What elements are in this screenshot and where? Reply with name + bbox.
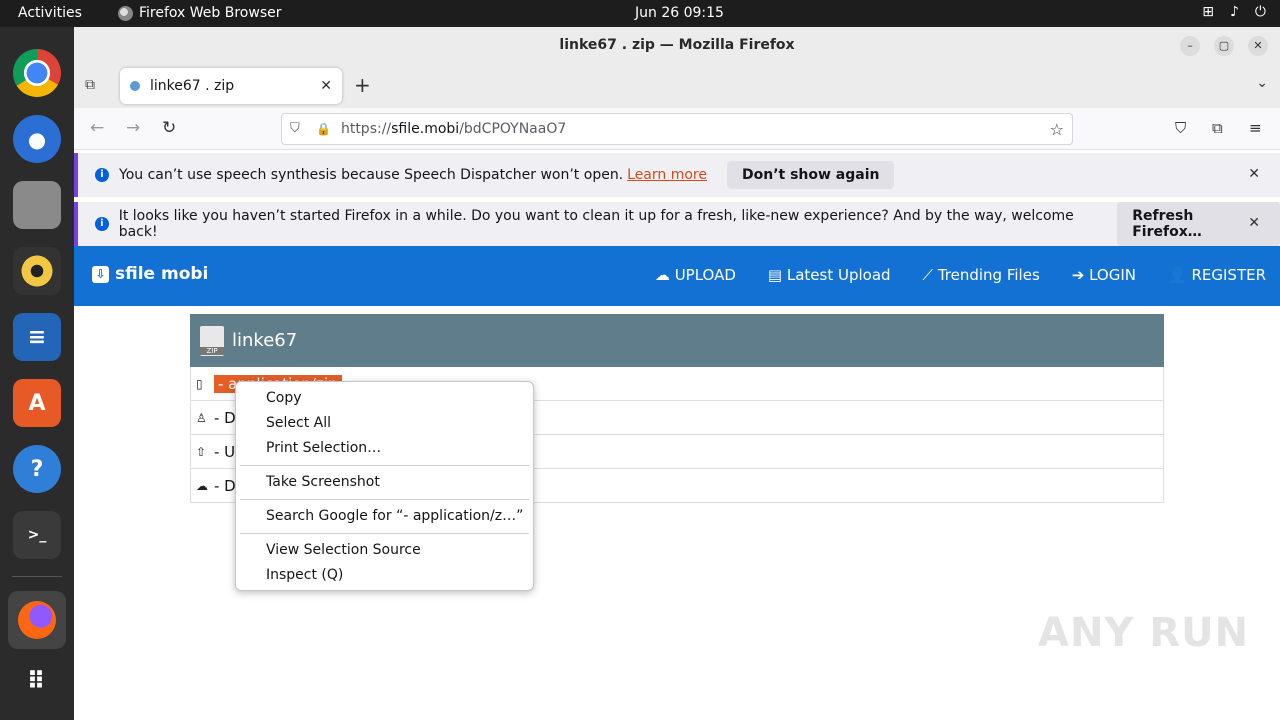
- user-plus-icon: 👤: [1168, 266, 1192, 284]
- info-icon: i: [95, 217, 109, 231]
- menu-view-selection-source[interactable]: View Selection Source: [236, 538, 533, 563]
- site-navbar: ⇩ sfile mobi ☁ UPLOAD ▤ Latest Upload ⟋ T…: [74, 246, 1280, 306]
- uploader-text[interactable]: - D: [214, 409, 236, 427]
- user-icon: ♙: [196, 410, 207, 425]
- nav-register[interactable]: 👤 REGISTER: [1168, 266, 1266, 284]
- app-name: Firefox Web Browser: [139, 5, 282, 21]
- close-button[interactable]: ✕: [1248, 36, 1268, 56]
- menu-take-screenshot[interactable]: Take Screenshot: [236, 470, 533, 495]
- file-header: ZIP linke67: [190, 314, 1164, 367]
- power-icon: ⏻: [1254, 4, 1266, 20]
- writer-icon[interactable]: ≡: [13, 313, 61, 361]
- tab-close-icon[interactable]: ✕: [320, 78, 332, 94]
- infobar-message: It looks like you haven’t started Firefo…: [118, 208, 1074, 240]
- anyrun-watermark: ANY RUN: [1038, 610, 1250, 656]
- nav-trending-files[interactable]: ⟋ Trending Files: [923, 266, 1040, 284]
- site-logo[interactable]: ⇩ sfile mobi: [92, 264, 208, 284]
- volume-icon: ♪: [1229, 4, 1239, 20]
- list-icon: ▤: [767, 266, 787, 284]
- navigation-bar: ← → ↻ ⛉ 🔒 https://sfile.mobi/bdCPOYNaaO7…: [74, 108, 1280, 150]
- minimize-button[interactable]: –: [1180, 36, 1200, 56]
- title-bar: linke67 . zip — Mozilla Firefox – ▢ ✕: [74, 27, 1280, 64]
- gnome-top-bar: Activities Firefox Web Browser Jun 26 09…: [0, 0, 1280, 27]
- upload-date-text: - U: [214, 442, 236, 461]
- infobar-close-icon[interactable]: ✕: [1248, 166, 1260, 182]
- help-icon[interactable]: ?: [13, 445, 61, 493]
- forward-icon[interactable]: →: [126, 118, 140, 138]
- nav-latest-upload[interactable]: ▤ Latest Upload: [768, 266, 891, 284]
- firefox-dock-icon[interactable]: [8, 591, 66, 649]
- app-menu[interactable]: Firefox Web Browser: [118, 5, 282, 21]
- clock[interactable]: Jun 26 09:15: [635, 5, 724, 21]
- zip-file-icon: ZIP: [200, 325, 224, 356]
- info-icon: i: [95, 168, 109, 182]
- list-tabs-icon[interactable]: ⌄: [1256, 75, 1268, 91]
- file-code-icon: ▯: [196, 376, 203, 391]
- infobar-refresh: i It looks like you haven’t started Fire…: [74, 202, 1280, 246]
- menu-separator: [240, 533, 529, 534]
- favicon-icon: [130, 81, 140, 91]
- app-grid-icon[interactable]: ⠿: [13, 657, 61, 705]
- rhythmbox-icon[interactable]: [13, 247, 61, 295]
- menu-icon[interactable]: ≡: [1249, 119, 1262, 137]
- cloud-upload-icon: ☁: [654, 266, 675, 284]
- thunderbird-icon[interactable]: [13, 115, 61, 163]
- tab-active[interactable]: linke67 . zip ✕: [120, 68, 342, 104]
- extensions-icon[interactable]: ⧉: [1212, 119, 1223, 137]
- software-icon[interactable]: A: [13, 379, 61, 427]
- menu-print-selection[interactable]: Print Selection…: [236, 436, 533, 461]
- menu-search-google[interactable]: Search Google for “- application/z…”: [236, 504, 533, 529]
- learn-more-link[interactable]: Learn more: [627, 167, 707, 183]
- dock: ≡ A ? >_ ⠿: [0, 27, 74, 720]
- infobar-message: You can’t use speech synthesis because S…: [119, 167, 624, 183]
- firefox-icon: [118, 5, 133, 21]
- network-icon: ⊞: [1202, 4, 1214, 20]
- dont-show-again-button[interactable]: Don’t show again: [726, 161, 895, 189]
- lock-icon[interactable]: 🔒: [316, 122, 331, 136]
- reload-icon[interactable]: ↻: [162, 118, 176, 138]
- upload-logo-icon: ⇩: [92, 265, 109, 283]
- url-bar[interactable]: ⛉ 🔒 https://sfile.mobi/bdCPOYNaaO7 ☆: [281, 113, 1073, 145]
- menu-inspect[interactable]: Inspect (Q): [236, 563, 533, 588]
- window-title: linke67 . zip — Mozilla Firefox: [559, 37, 795, 53]
- context-menu: Copy Select All Print Selection… Take Sc…: [235, 381, 534, 591]
- tracking-shield-icon[interactable]: ⛉: [290, 121, 304, 137]
- file-name: linke67: [232, 330, 298, 351]
- pocket-icon[interactable]: ⛉: [1175, 119, 1186, 137]
- url-text[interactable]: https://sfile.mobi/bdCPOYNaaO7: [341, 121, 566, 137]
- sign-in-icon: ➔: [1071, 266, 1090, 284]
- bookmark-star-icon[interactable]: ☆: [1050, 120, 1064, 139]
- nav-upload[interactable]: ☁ UPLOAD: [655, 266, 736, 284]
- system-tray[interactable]: ⊞ ♪ ⏻: [1202, 4, 1266, 20]
- infobar-close-icon[interactable]: ✕: [1248, 215, 1260, 231]
- tab-bar: ⧉ linke67 . zip ✕ + ⌄: [74, 64, 1280, 108]
- menu-separator: [240, 465, 529, 466]
- firefox-view-icon[interactable]: ⧉: [85, 77, 103, 93]
- chrome-icon[interactable]: [13, 49, 61, 97]
- menu-copy[interactable]: Copy: [236, 386, 533, 411]
- new-tab-button[interactable]: +: [354, 73, 371, 97]
- nav-login[interactable]: ➔ LOGIN: [1072, 266, 1136, 284]
- back-icon[interactable]: ←: [90, 118, 104, 138]
- tab-title: linke67 . zip: [150, 78, 235, 94]
- terminal-icon[interactable]: >_: [13, 511, 61, 559]
- maximize-button[interactable]: ▢: [1214, 36, 1234, 56]
- files-icon[interactable]: [13, 181, 61, 229]
- infobar-speech: i You can’t use speech synthesis because…: [74, 153, 1280, 197]
- menu-separator: [240, 499, 529, 500]
- upload-icon: ⇧: [196, 444, 207, 459]
- menu-select-all[interactable]: Select All: [236, 411, 533, 436]
- cloud-download-icon: ☁: [196, 478, 208, 493]
- activities-button[interactable]: Activities: [18, 5, 82, 21]
- chart-icon: ⟋: [922, 266, 938, 284]
- dock-separator: [12, 576, 62, 577]
